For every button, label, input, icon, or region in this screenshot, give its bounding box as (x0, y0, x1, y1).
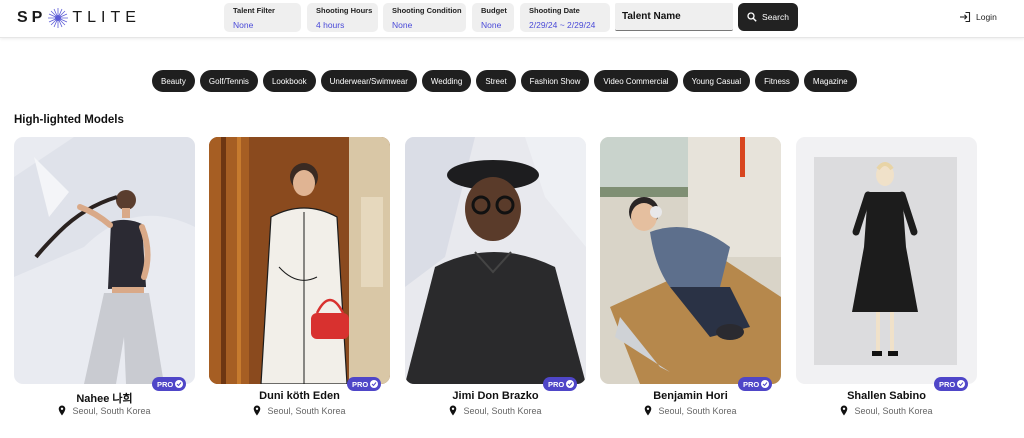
search-icon (747, 12, 757, 22)
filter-shooting-hours[interactable]: Shooting Hours 4 hours (307, 3, 378, 32)
category-chips: Beauty Golf/Tennis Lookbook Underwear/Sw… (152, 70, 857, 92)
check-icon (370, 380, 379, 388)
model-card[interactable]: PRO Benjamin Hori Seoul, South Korea (600, 137, 781, 419)
model-location: Seoul, South Korea (209, 405, 390, 416)
pro-badge-label: PRO (548, 379, 565, 389)
model-location: Seoul, South Korea (796, 405, 977, 416)
filter-value: 4 hours (316, 20, 345, 30)
login-label: Login (976, 12, 997, 22)
category-chip-underwear-swimwear[interactable]: Underwear/Swimwear (320, 70, 417, 92)
model-photo[interactable] (405, 137, 586, 384)
location-text: Seoul, South Korea (267, 405, 346, 416)
brand-logo[interactable]: SP TLITE (17, 6, 141, 30)
location-pin-icon (254, 405, 261, 416)
model-card[interactable]: PRO Shallen Sabino Seoul, South Korea (796, 137, 977, 419)
filter-talent[interactable]: Talent Filter None (224, 3, 301, 32)
category-chip-beauty[interactable]: Beauty (152, 70, 195, 92)
location-pin-icon (59, 405, 66, 416)
category-chip-video-commercial[interactable]: Video Commercial (594, 70, 678, 92)
filter-shooting-condition[interactable]: Shooting Condition None (383, 3, 466, 32)
location-pin-icon (841, 405, 848, 416)
model-location: Seoul, South Korea (14, 405, 195, 416)
model-name[interactable]: Duni köth Eden (209, 390, 390, 402)
check-icon (761, 380, 770, 388)
pro-badge-label: PRO (939, 379, 956, 389)
category-chip-golf-tennis[interactable]: Golf/Tennis (199, 70, 258, 92)
logo-text-right: TLITE (72, 9, 141, 26)
filter-label: Budget (481, 6, 507, 15)
check-icon (566, 380, 575, 388)
model-card[interactable]: PRO Nahee 나희 Seoul, South Korea (14, 137, 195, 419)
filter-value: 2/29/24 ~ 2/29/24 (529, 20, 596, 30)
model-name[interactable]: Jimi Don Brazko (405, 390, 586, 402)
login-link[interactable]: Login (959, 11, 997, 23)
category-chip-street[interactable]: Street (476, 70, 516, 92)
pro-badge: PRO (347, 377, 382, 391)
filter-label: Shooting Hours (316, 6, 373, 15)
filter-label: Shooting Condition (392, 6, 462, 15)
search-button[interactable]: Search (738, 3, 798, 31)
model-photo[interactable] (14, 137, 195, 384)
page: SP TLITE Talent Filter None Shooting Hou… (0, 0, 1024, 438)
filter-value: None (392, 20, 413, 30)
pro-badge: PRO (738, 377, 773, 391)
model-card[interactable]: PRO Jimi Don Brazko Seoul, South Korea (405, 137, 586, 419)
model-location: Seoul, South Korea (600, 405, 781, 416)
search-button-label: Search (762, 12, 789, 22)
pro-badge: PRO (934, 377, 969, 391)
model-photo[interactable] (796, 137, 977, 384)
model-card[interactable]: PRO Duni köth Eden Seoul, South Korea (209, 137, 390, 419)
pro-badge: PRO (152, 377, 187, 391)
category-chip-magazine[interactable]: Magazine (803, 70, 857, 92)
pro-badge-label: PRO (157, 379, 174, 389)
talent-name-input[interactable] (615, 3, 733, 31)
location-pin-icon (645, 405, 652, 416)
model-name[interactable]: Nahee 나희 (14, 390, 195, 406)
check-icon (175, 380, 184, 388)
filter-label: Shooting Date (529, 6, 580, 15)
model-name[interactable]: Shallen Sabino (796, 390, 977, 402)
logo-text-left: SP (17, 9, 47, 26)
pro-badge: PRO (543, 377, 578, 391)
category-chip-lookbook[interactable]: Lookbook (262, 70, 316, 92)
location-text: Seoul, South Korea (72, 405, 151, 416)
model-photo[interactable] (600, 137, 781, 384)
category-chip-young-casual[interactable]: Young Casual (682, 70, 751, 92)
spotlight-star-icon (48, 8, 69, 28)
category-chip-fitness[interactable]: Fitness (755, 70, 799, 92)
filter-label: Talent Filter (233, 6, 275, 15)
model-photo[interactable] (209, 137, 390, 384)
pro-badge-label: PRO (743, 379, 760, 389)
filter-value: None (233, 20, 254, 30)
filter-value: None (481, 20, 502, 30)
filter-shooting-date[interactable]: Shooting Date 2/29/24 ~ 2/29/24 (520, 3, 610, 32)
location-text: Seoul, South Korea (658, 405, 737, 416)
section-title: High-lighted Models (14, 114, 124, 126)
filter-budget[interactable]: Budget None (472, 3, 514, 32)
top-header: SP TLITE Talent Filter None Shooting Hou… (0, 0, 1024, 38)
location-text: Seoul, South Korea (854, 405, 933, 416)
pro-badge-label: PRO (352, 379, 369, 389)
model-name[interactable]: Benjamin Hori (600, 390, 781, 402)
login-icon (960, 11, 971, 23)
location-pin-icon (450, 405, 457, 416)
category-chip-fashion-show[interactable]: Fashion Show (520, 70, 590, 92)
model-location: Seoul, South Korea (405, 405, 586, 416)
check-icon (957, 380, 966, 388)
category-chip-wedding[interactable]: Wedding (421, 70, 472, 92)
location-text: Seoul, South Korea (463, 405, 542, 416)
